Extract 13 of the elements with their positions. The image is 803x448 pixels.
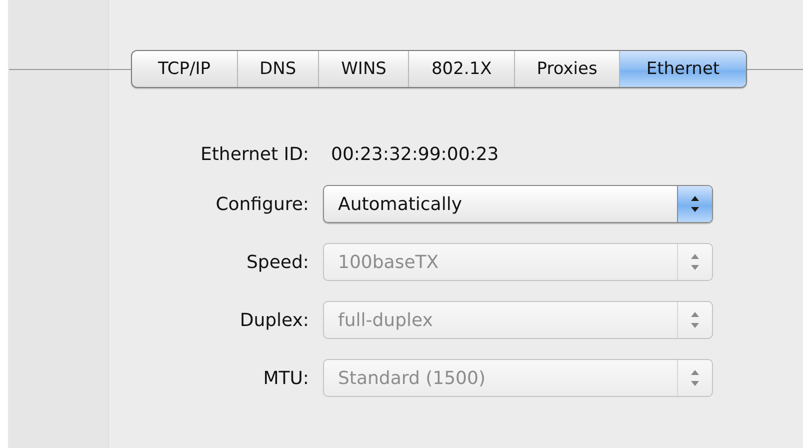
field-label: Configure: bbox=[216, 194, 309, 214]
tab[interactable]: DNS bbox=[236, 51, 318, 87]
tab[interactable]: WINS bbox=[318, 51, 408, 87]
field-label: Ethernet ID: bbox=[200, 144, 309, 165]
tab[interactable]: Ethernet bbox=[619, 51, 746, 87]
field-label: Speed: bbox=[246, 252, 309, 272]
field-value: 00:23:32:99:00:23 bbox=[331, 144, 500, 165]
popup-menu[interactable]: Automatically bbox=[323, 185, 713, 223]
field-label: Duplex: bbox=[240, 310, 309, 330]
stepper-arrows-icon bbox=[677, 186, 712, 222]
tab[interactable]: TCP/IP bbox=[132, 51, 237, 87]
tab[interactable]: 802.1X bbox=[408, 51, 514, 87]
field-label: MTU: bbox=[263, 368, 309, 388]
